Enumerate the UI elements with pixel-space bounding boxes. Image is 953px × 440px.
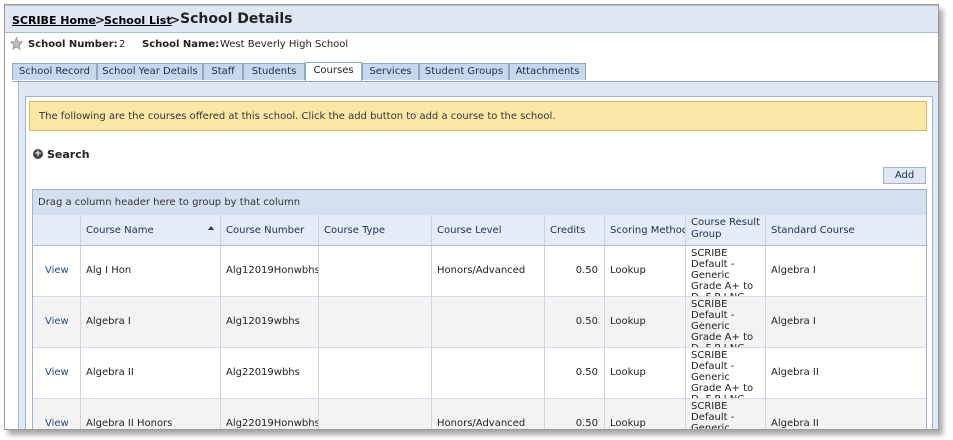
view-link[interactable]: View [45, 367, 69, 378]
column-header-course-result-group[interactable]: Course Result Group [686, 215, 766, 245]
school-name-value: West Beverly High School [220, 39, 349, 50]
column-label: Standard Course [771, 225, 855, 236]
column-header-standard-course[interactable]: Standard Course [766, 215, 926, 245]
column-header-scoring-method[interactable]: Scoring Method [605, 215, 686, 245]
sort-ascending-icon [208, 226, 214, 230]
add-button[interactable]: Add [883, 167, 926, 184]
scoring-method-cell: Lookup [610, 418, 646, 429]
credits-cell: 0.50 [575, 316, 598, 327]
column-label: Scoring Method [610, 225, 686, 236]
school-number-value: 2 [119, 39, 126, 50]
expand-icon[interactable]: + [33, 149, 43, 159]
course-level-cell: Honors/Advanced [437, 418, 526, 429]
result-group-cell: SCRIBE Default - Generic Grade A+ to D-,… [691, 248, 754, 296]
view-link[interactable]: View [45, 265, 69, 276]
column-header-course-level[interactable]: Course Level [432, 215, 545, 245]
column-header-action [33, 215, 81, 245]
tab-school-year-details[interactable]: School Year Details [97, 63, 203, 80]
view-link[interactable]: View [45, 418, 69, 429]
tab-courses[interactable]: Courses [305, 62, 362, 81]
group-by-bar[interactable]: Drag a column header here to group by th… [33, 190, 926, 216]
school-number-label: School Number: [28, 39, 118, 50]
column-label: Course Result Group [691, 217, 760, 240]
course-level-cell: Honors/Advanced [437, 265, 526, 276]
table-row: View Algebra II Honors Alg22019Honwbhs H… [33, 399, 926, 430]
standard-course-cell: Algebra I [771, 316, 816, 327]
result-group-cell: SCRIBE Default - Generic Grade A+ to D-,… [691, 401, 735, 430]
standard-course-cell: Algebra I [771, 265, 816, 276]
course-number-cell: Alg12019Honwbhs [226, 265, 319, 276]
tab-staff[interactable]: Staff [203, 63, 243, 80]
school-info: School Number: 2 School Name: West Bever… [10, 37, 938, 55]
tab-attachments[interactable]: Attachments [509, 63, 586, 80]
tab-students[interactable]: Students [243, 63, 305, 80]
standard-course-cell: Algebra II [771, 418, 819, 429]
grid-header: Course Name Course Number Course Type Co… [33, 215, 926, 246]
course-number-cell: Alg22019Honwbhs [226, 418, 319, 429]
info-message-text: The following are the courses offered at… [39, 111, 556, 122]
credits-cell: 0.50 [575, 418, 598, 429]
course-name-cell: Algebra I [86, 316, 131, 327]
column-header-course-name[interactable]: Course Name [81, 215, 221, 245]
result-group-cell: SCRIBE Default - Generic Grade A+ to D-,… [691, 350, 754, 398]
group-by-hint: Drag a column header here to group by th… [38, 197, 301, 208]
breadcrumb: SCRIBE Home > School List > School Detai… [5, 6, 938, 33]
course-number-cell: Alg12019wbhs [226, 316, 300, 327]
courses-content: The following are the courses offered at… [25, 96, 933, 430]
tab-school-record[interactable]: School Record [12, 63, 97, 80]
column-label: Course Name [86, 225, 154, 236]
courses-panel: The following are the courses offered at… [18, 82, 938, 430]
credits-cell: 0.50 [575, 367, 598, 378]
scoring-method-cell: Lookup [610, 265, 646, 276]
course-name-cell: Algebra II [86, 367, 134, 378]
column-label: Course Type [324, 225, 386, 236]
column-label: Course Level [437, 225, 502, 236]
credits-cell: 0.50 [575, 265, 598, 276]
info-message: The following are the courses offered at… [29, 101, 927, 131]
table-row: View Algebra I Alg12019wbhs 0.50 Lookup … [33, 297, 926, 348]
result-group-cell: SCRIBE Default - Generic Grade A+ to D-,… [691, 299, 754, 347]
tab-student-groups[interactable]: Student Groups [419, 63, 509, 80]
search-label[interactable]: Search [47, 148, 90, 161]
view-link[interactable]: View [45, 316, 69, 327]
standard-course-cell: Algebra II [771, 367, 819, 378]
course-name-cell: Alg I Hon [86, 265, 132, 276]
app-window: SCRIBE Home > School List > School Detai… [4, 4, 939, 430]
column-label: Credits [550, 225, 586, 236]
page-title: School Details [180, 11, 293, 27]
column-header-course-type[interactable]: Course Type [319, 215, 432, 245]
star-icon[interactable] [10, 37, 23, 50]
column-header-credits[interactable]: Credits [545, 215, 605, 245]
table-row: View Alg I Hon Alg12019Honwbhs Honors/Ad… [33, 246, 926, 297]
column-label: Course Number [226, 225, 305, 236]
school-name-label: School Name: [142, 39, 220, 50]
course-name-cell: Algebra II Honors [86, 418, 173, 429]
course-number-cell: Alg22019wbhs [226, 367, 300, 378]
tab-services[interactable]: Services [362, 63, 419, 80]
courses-grid: Drag a column header here to group by th… [32, 189, 927, 430]
breadcrumb-separator: > [170, 13, 181, 27]
breadcrumb-home-link[interactable]: SCRIBE Home [12, 14, 96, 27]
scoring-method-cell: Lookup [610, 316, 646, 327]
table-row: View Algebra II Alg22019wbhs 0.50 Lookup… [33, 348, 926, 399]
breadcrumb-school-list-link[interactable]: School List [104, 14, 172, 27]
scoring-method-cell: Lookup [610, 367, 646, 378]
column-header-course-number[interactable]: Course Number [221, 215, 319, 245]
